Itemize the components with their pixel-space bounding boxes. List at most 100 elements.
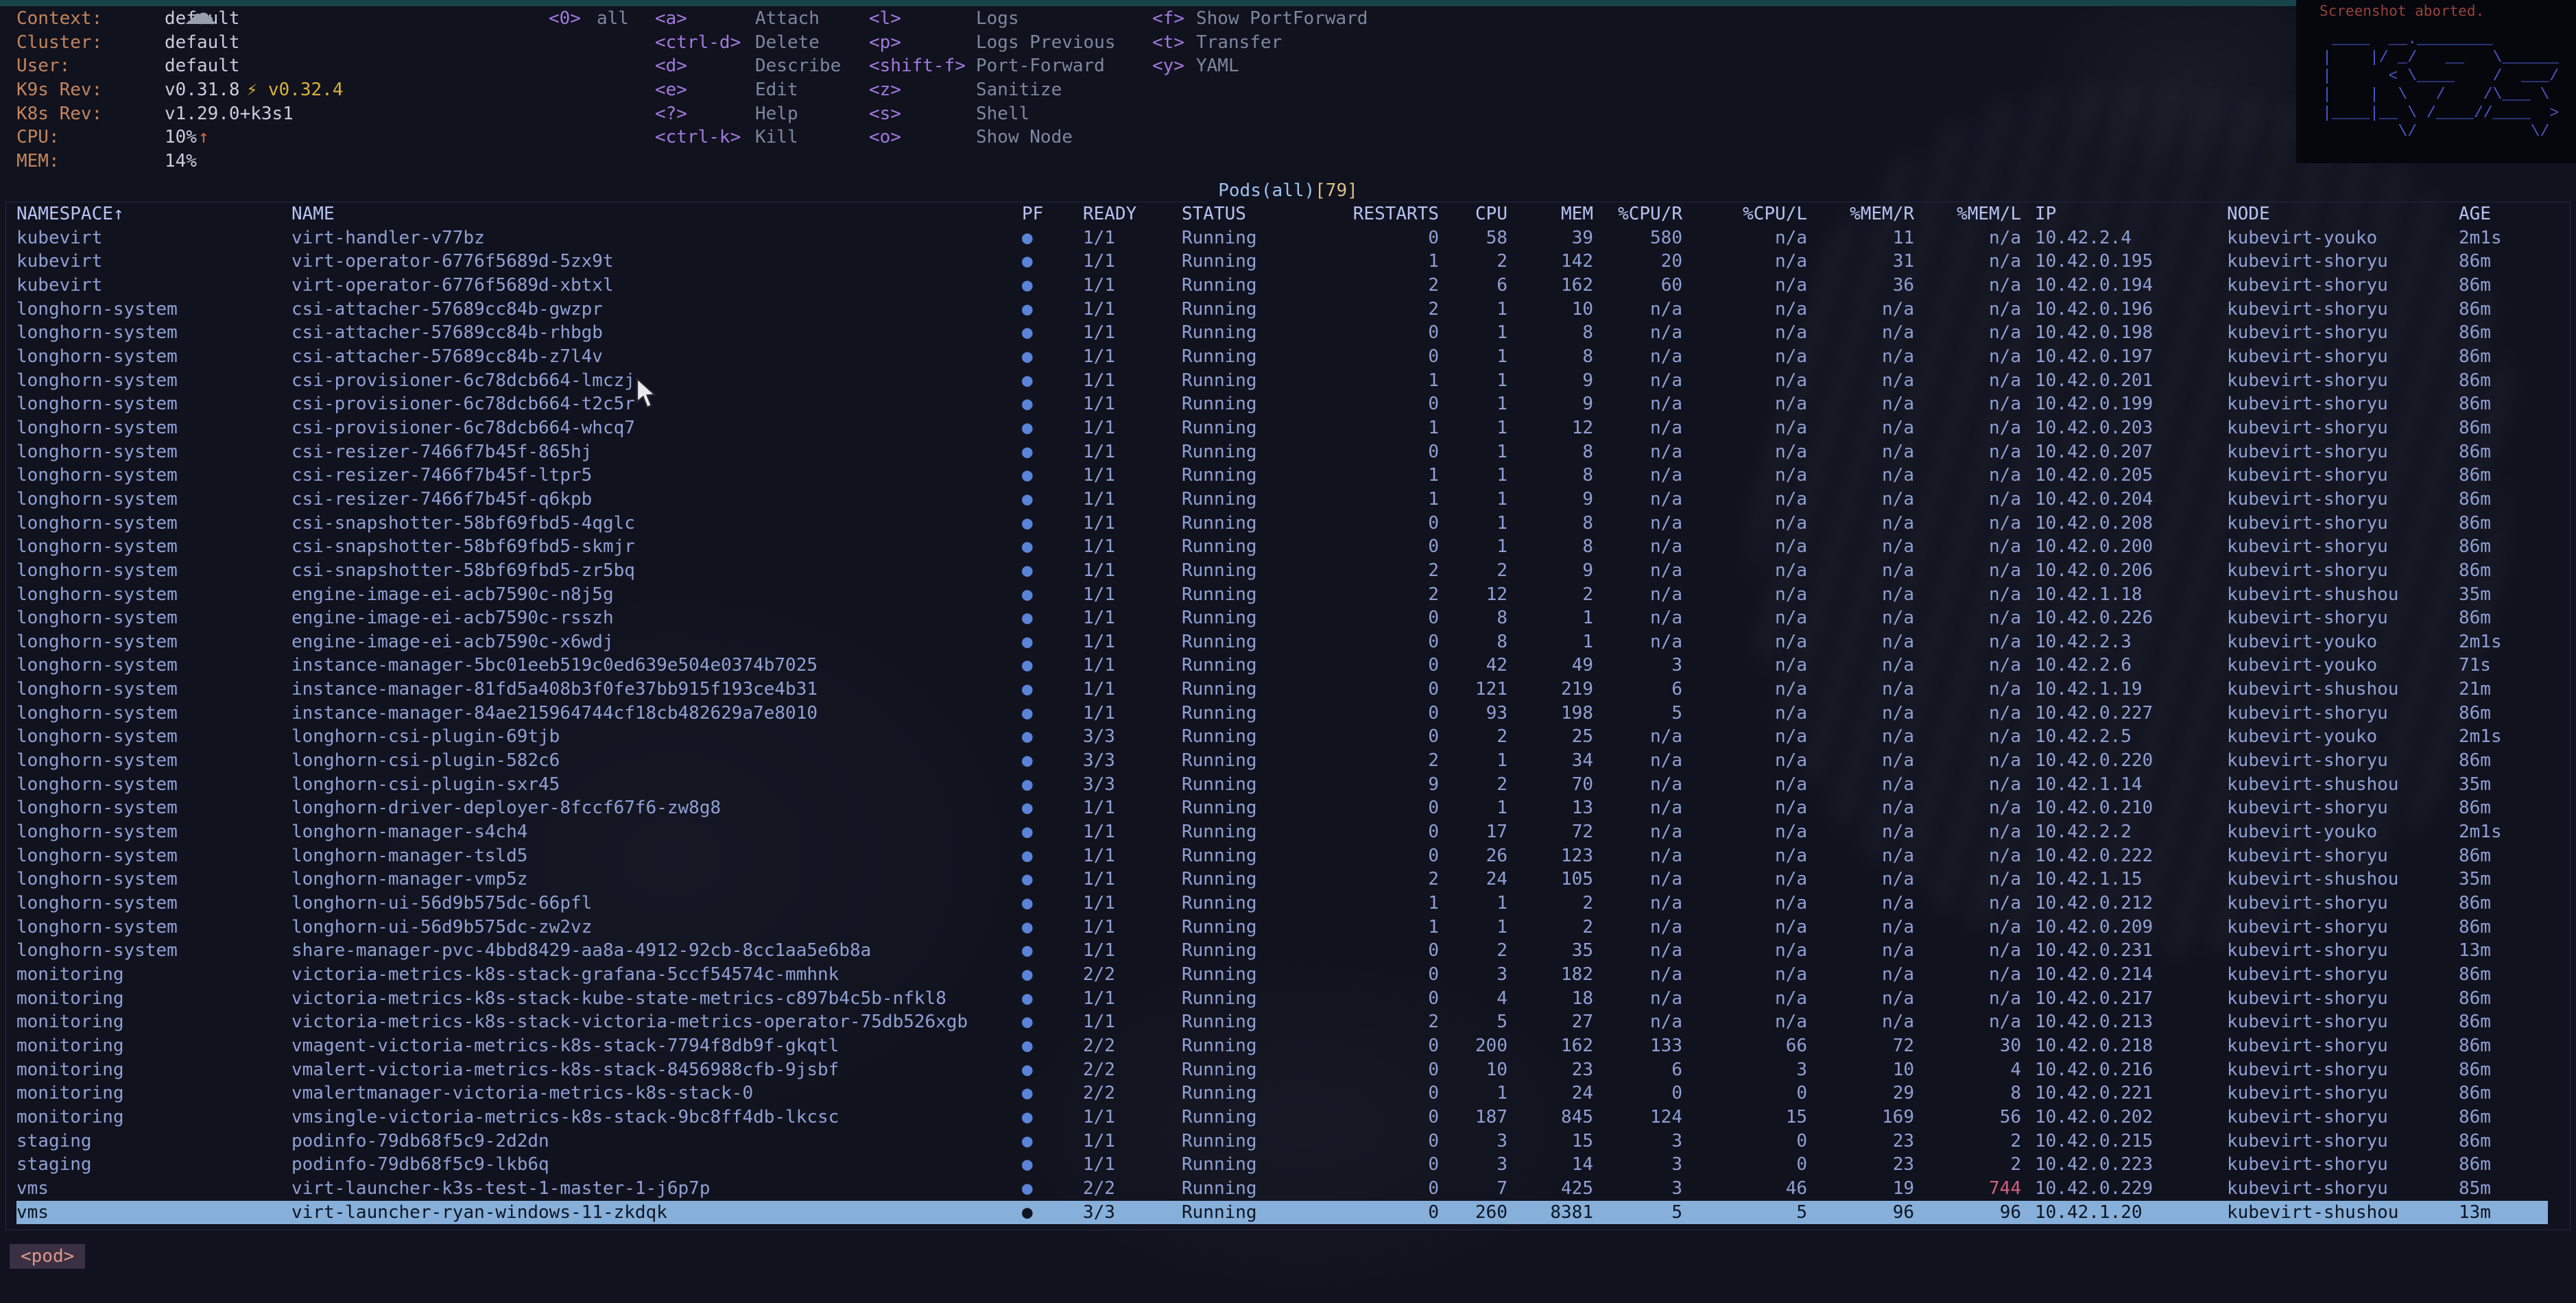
cell-cpu: 1 [1439,298,1507,322]
cell-mem: 162 [1507,1034,1593,1058]
table-row[interactable]: longhorn-systemengine-image-ei-acb7590c-… [16,630,2548,654]
table-row[interactable]: longhorn-systemengine-image-ei-acb7590c-… [16,583,2548,607]
cell-namespace: longhorn-system [16,298,291,322]
table-row[interactable]: longhorn-systemlonghorn-ui-56d9b575dc-zw… [16,916,2548,940]
cell-mem-l: 8 [1914,1081,2021,1105]
cell-name: podinfo-79db68f5c9-2d2dn [291,1129,1022,1153]
table-row[interactable]: longhorn-systemcsi-resizer-7466f7b45f-q6… [16,488,2548,512]
table-row[interactable]: longhorn-systemengine-image-ei-acb7590c-… [16,606,2548,630]
cell-mem: 15 [1507,1129,1593,1153]
table-row[interactable]: longhorn-systemcsi-resizer-7466f7b45f-86… [16,440,2548,464]
screenshot-status: Screenshot aborted. [2296,0,2576,19]
cell-cpu-r: n/a [1593,892,1682,916]
menu-item: <ctrl-d>Delete [655,31,841,55]
table-row[interactable]: longhorn-systemlonghorn-manager-tsld5●1/… [16,844,2548,868]
cell-mem: 9 [1507,392,1593,416]
cell-ip: 10.42.0.223 [2021,1153,2227,1177]
table-row[interactable]: longhorn-systemcsi-snapshotter-58bf69fbd… [16,512,2548,536]
cell-ip: 10.42.0.217 [2021,987,2227,1011]
cell-node: kubevirt-shoryu [2227,749,2459,773]
table-row[interactable]: longhorn-systemcsi-snapshotter-58bf69fbd… [16,535,2548,559]
cell-ip: 10.42.0.231 [2021,939,2227,963]
table-row[interactable]: longhorn-systemlonghorn-csi-plugin-sxr45… [16,773,2548,797]
cell-name: csi-resizer-7466f7b45f-q6kpb [291,488,1022,512]
table-row[interactable]: longhorn-systemcsi-resizer-7466f7b45f-lt… [16,464,2548,488]
table-row[interactable]: longhorn-systemcsi-attacher-57689cc84b-r… [16,321,2548,345]
cell-mem-r: n/a [1807,630,1914,654]
cell-namespace: longhorn-system [16,820,291,844]
cell-mem-l: n/a [1914,583,2021,607]
table-row[interactable]: longhorn-systemcsi-snapshotter-58bf69fbd… [16,559,2548,583]
breadcrumb-pod[interactable]: <pod> [10,1244,85,1269]
cell-cpu: 1 [1439,464,1507,488]
cell-cpu-l: 3 [1682,1058,1807,1082]
cell-mem: 35 [1507,939,1593,963]
table-row[interactable]: longhorn-systemlonghorn-driver-deployer-… [16,796,2548,820]
menu-key: <t> [1152,31,1196,55]
table-row[interactable]: kubevirtvirt-operator-6776f5689d-xbtxl●1… [16,274,2548,298]
cell-mem-r: n/a [1807,369,1914,393]
table-row[interactable]: vmsvirt-launcher-ryan-windows-11-zkdqk●3… [16,1201,2548,1225]
cell-pf: ● [1022,274,1083,298]
table-row[interactable]: stagingpodinfo-79db68f5c9-lkb6q●1/1Runni… [16,1153,2548,1177]
table-row[interactable]: longhorn-systeminstance-manager-81fd5a40… [16,678,2548,702]
cell-age: 86m [2459,440,2548,464]
table-row[interactable]: monitoringvictoria-metrics-k8s-stack-vic… [16,1010,2548,1034]
cell-pf: ● [1022,916,1083,940]
info-value: 14% [165,151,197,171]
table-row[interactable]: kubevirtvirt-operator-6776f5689d-5zx9t●1… [16,250,2548,274]
cell-node: kubevirt-shoryu [2227,535,2459,559]
table-row[interactable]: monitoringvictoria-metrics-k8s-stack-gra… [16,963,2548,987]
table-row[interactable]: longhorn-systemcsi-attacher-57689cc84b-g… [16,298,2548,322]
cell-pf: ● [1022,583,1083,607]
cell-cpu-r: n/a [1593,606,1682,630]
breadcrumb: <pod> [10,1244,85,1269]
table-row[interactable]: monitoringvmsingle-victoria-metrics-k8s-… [16,1105,2548,1129]
cell-cpu-l: n/a [1682,725,1807,749]
cell-name: instance-manager-5bc01eeb519c0ed639e504e… [291,654,1022,678]
cell-mem-l: n/a [1914,987,2021,1011]
table-row[interactable]: monitoringvmalertmanager-victoria-metric… [16,1081,2548,1105]
cell-mem-r: n/a [1807,678,1914,702]
table-row[interactable]: vmsvirt-launcher-k3s-test-1-master-1-j6p… [16,1177,2548,1201]
cell-node: kubevirt-shoryu [2227,559,2459,583]
cell-ip: 10.42.0.229 [2021,1177,2227,1201]
table-row[interactable]: longhorn-systemcsi-provisioner-6c78dcb66… [16,392,2548,416]
table-row[interactable]: longhorn-systemcsi-provisioner-6c78dcb66… [16,369,2548,393]
cell-ready: 1/1 [1083,820,1182,844]
cell-cpu-r: n/a [1593,535,1682,559]
cell-namespace: longhorn-system [16,939,291,963]
k9s-terminal: { "topbar": { "screenshot_status": "Scre… [0,0,2576,1282]
table-row[interactable]: longhorn-systemshare-manager-pvc-4bbd842… [16,939,2548,963]
cell-ip: 10.42.0.195 [2021,250,2227,274]
cell-ip: 10.42.0.216 [2021,1058,2227,1082]
cell-cpu-r: n/a [1593,488,1682,512]
table-row[interactable]: longhorn-systemlonghorn-ui-56d9b575dc-66… [16,892,2548,916]
table-row[interactable]: monitoringvmagent-victoria-metrics-k8s-s… [16,1034,2548,1058]
cell-node: kubevirt-shoryu [2227,892,2459,916]
table-row[interactable]: kubevirtvirt-handler-v77bz●1/1Running058… [16,226,2548,250]
cell-ip: 10.42.0.221 [2021,1081,2227,1105]
table-row[interactable]: longhorn-systemlonghorn-csi-plugin-582c6… [16,749,2548,773]
table-row[interactable]: longhorn-systeminstance-manager-84ae2159… [16,702,2548,726]
cell-name: victoria-metrics-k8s-stack-grafana-5ccf5… [291,963,1022,987]
cell-status: Running [1182,1201,1343,1225]
table-row[interactable]: longhorn-systeminstance-manager-5bc01eeb… [16,654,2548,678]
cell-mem-l: n/a [1914,559,2021,583]
table-row[interactable]: longhorn-systemlonghorn-manager-s4ch4●1/… [16,820,2548,844]
table-row[interactable]: stagingpodinfo-79db68f5c9-2d2dn●1/1Runni… [16,1129,2548,1153]
table-row[interactable]: monitoringvmalert-victoria-metrics-k8s-s… [16,1058,2548,1082]
table-row[interactable]: monitoringvictoria-metrics-k8s-stack-kub… [16,987,2548,1011]
cell-cpu-r: n/a [1593,369,1682,393]
cell-pf: ● [1022,1058,1083,1082]
cell-age: 35m [2459,583,2548,607]
table-row[interactable]: longhorn-systemcsi-provisioner-6c78dcb66… [16,416,2548,440]
table-row[interactable]: longhorn-systemlonghorn-csi-plugin-69tjb… [16,725,2548,749]
cell-mem: 9 [1507,369,1593,393]
table-row[interactable]: longhorn-systemcsi-attacher-57689cc84b-z… [16,345,2548,369]
cell-cpu: 260 [1439,1201,1507,1225]
cell-pf: ● [1022,345,1083,369]
table-row[interactable]: longhorn-systemlonghorn-manager-vmp5z●1/… [16,868,2548,892]
cell-cpu-l: n/a [1682,416,1807,440]
cell-ip: 10.42.0.220 [2021,749,2227,773]
